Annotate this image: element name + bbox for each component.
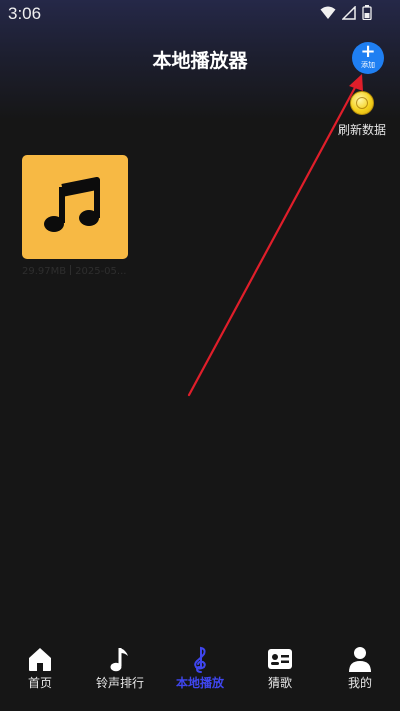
treble-clef-icon bbox=[194, 646, 206, 673]
nav-label-ringtone-ranking: 铃声排行 bbox=[95, 676, 144, 690]
page-title: 本地播放器 bbox=[152, 50, 248, 72]
nav-item-guess-song[interactable]: 猜歌 bbox=[240, 641, 320, 711]
bottom-nav: 首页 铃声排行 本地播放 猜歌 我的 bbox=[0, 641, 400, 711]
nav-item-ringtone-ranking[interactable]: 铃声排行 bbox=[80, 641, 160, 711]
nav-label-home: 首页 bbox=[27, 676, 52, 690]
battery-icon bbox=[362, 5, 372, 20]
refresh-data-label[interactable]: 刷新数据 bbox=[334, 121, 390, 138]
file-size: 29.97MB bbox=[22, 266, 67, 277]
signal-icon bbox=[342, 5, 356, 20]
status-bar: 3:06 bbox=[0, 0, 400, 28]
music-note-icon bbox=[44, 177, 100, 232]
file-meta: 29.97MB 2025-05... bbox=[22, 265, 130, 277]
add-button[interactable]: + 添加 bbox=[352, 42, 384, 74]
music-note-icon bbox=[110, 648, 128, 672]
status-icons bbox=[320, 5, 372, 20]
nav-label-guess-song: 猜歌 bbox=[267, 676, 292, 690]
nav-item-home[interactable]: 首页 bbox=[0, 641, 80, 711]
local-file-item[interactable]: 29.97MB 2025-05... bbox=[22, 155, 130, 277]
plus-icon: + bbox=[360, 41, 376, 62]
user-icon bbox=[349, 647, 371, 672]
nav-label-local-play: 本地播放 bbox=[175, 676, 224, 690]
nav-item-mine[interactable]: 我的 bbox=[320, 641, 400, 711]
file-date: 2025-05... bbox=[75, 266, 127, 277]
id-card-icon bbox=[268, 649, 292, 669]
status-time: 3:06 bbox=[8, 4, 42, 23]
home-icon bbox=[29, 648, 51, 671]
app-screen: 3:06 本地播放器 + 添加 刷新数据 29.97MB 2025-05... … bbox=[0, 0, 400, 711]
add-button-label: 添加 bbox=[361, 61, 375, 69]
wifi-icon bbox=[320, 6, 336, 19]
nav-label-mine: 我的 bbox=[347, 676, 372, 690]
coin-refresh-icon[interactable] bbox=[350, 91, 374, 115]
meta-divider bbox=[70, 265, 72, 275]
file-cover bbox=[22, 155, 128, 259]
nav-item-local-play[interactable]: 本地播放 bbox=[160, 641, 240, 711]
